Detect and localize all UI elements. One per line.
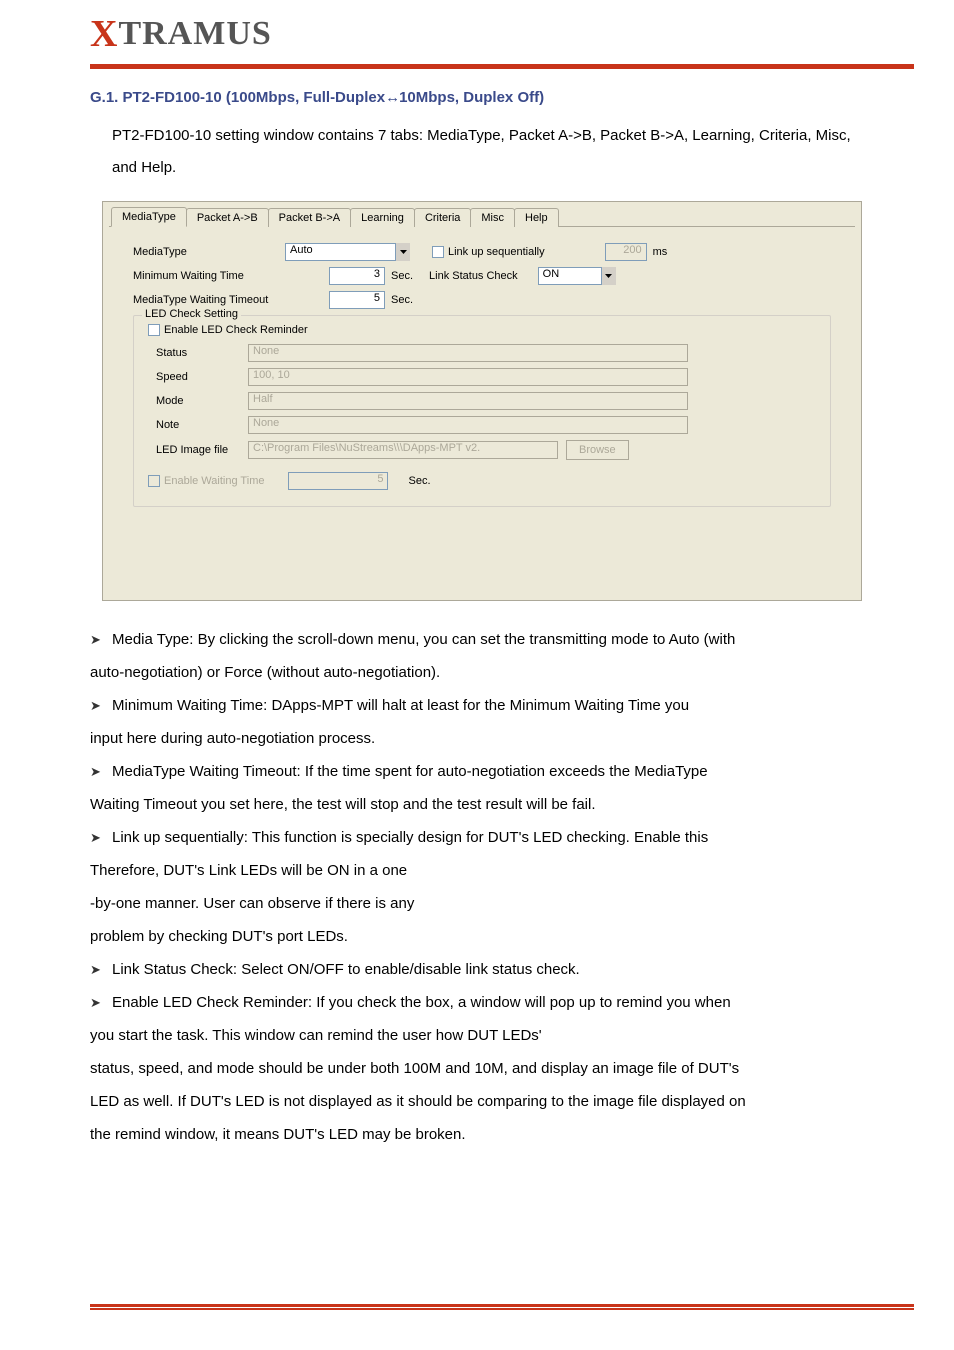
enable-waiting-input[interactable]: 5 (288, 472, 388, 490)
bullet5: Link Status Check: Select ON/OFF to enab… (112, 961, 580, 978)
enable-waiting-checkbox[interactable] (148, 475, 160, 487)
brand-logo: XTRAMUS (90, 12, 918, 56)
bullet2-b: input here during auto-negotiation proce… (90, 730, 375, 747)
label-mode: Mode (148, 395, 248, 407)
header-rule-thin (90, 67, 914, 69)
label-linkup-seq: Link up sequentially (448, 246, 545, 258)
tab-mediatype[interactable]: MediaType (111, 207, 187, 227)
label-min-waiting-unit: Sec. (391, 270, 413, 282)
bullet4-b: Therefore, DUT's Link LEDs will be ON in… (90, 854, 894, 887)
tab-criteria[interactable]: Criteria (414, 208, 471, 227)
tab-learning[interactable]: Learning (350, 208, 415, 227)
linkup-seq-ms-input[interactable]: 200 (605, 243, 647, 261)
dropdown-icon[interactable] (395, 243, 410, 261)
bullet3-b: Waiting Timeout you set here, the test w… (90, 796, 596, 813)
group-title-led: LED Check Setting (142, 308, 241, 320)
footer-rules (90, 1304, 914, 1310)
intro-paragraph: PT2-FD100-10 setting window contains 7 t… (90, 120, 864, 183)
bullet6-d: LED as well. If DUT's LED is not display… (90, 1085, 894, 1118)
mediatype-timeout-input[interactable]: 5 (329, 291, 385, 309)
bullet4-a: Link up sequentially: This function is s… (112, 829, 708, 846)
label-mediatype-timeout-unit: Sec. (391, 294, 413, 306)
label-enable-waiting: Enable Waiting Time (164, 475, 264, 487)
label-ms: ms (653, 246, 668, 258)
intro-text: PT2-FD100-10 setting window contains 7 t… (112, 120, 864, 183)
bullet1-a: Media Type: By clicking the scroll-down … (112, 631, 735, 648)
bullet6-a: Enable LED Check Reminder: If you check … (112, 994, 731, 1011)
bullet1-b: auto-negotiation) or Force (without auto… (90, 664, 440, 681)
note-input[interactable]: None (248, 416, 688, 434)
bullet-icon: ➤ (90, 626, 104, 655)
bullet-icon: ➤ (90, 758, 104, 787)
linkup-seq-checkbox[interactable] (432, 246, 444, 258)
bullet-icon: ➤ (90, 824, 104, 853)
label-mediatype: MediaType (133, 246, 285, 258)
dropdown-icon[interactable] (601, 267, 616, 285)
tab-packet-ab[interactable]: Packet A->B (186, 208, 269, 227)
bullet6-e: the remind window, it means DUT's LED ma… (90, 1118, 894, 1151)
enable-led-checkbox[interactable] (148, 324, 160, 336)
bullet2-a: Minimum Waiting Time: DApps-MPT will hal… (112, 697, 689, 714)
browse-button[interactable]: Browse (566, 440, 629, 460)
label-link-status: Link Status Check (429, 270, 518, 282)
label-enable-led: Enable LED Check Reminder (164, 324, 308, 336)
tab-help[interactable]: Help (514, 208, 559, 227)
mode-input[interactable]: Half (248, 392, 688, 410)
led-check-group: LED Check Setting Enable LED Check Remin… (133, 315, 831, 507)
mediatype-panel: MediaType Auto Link up sequentially 200 … (109, 227, 855, 515)
tab-packet-ba[interactable]: Packet B->A (268, 208, 351, 227)
bullet4-d: problem by checking DUT's port LEDs. (90, 920, 894, 953)
label-speed: Speed (148, 371, 248, 383)
bullet-block: ➤ Media Type: By clicking the scroll-down… (90, 623, 894, 1151)
status-input[interactable]: None (248, 344, 688, 362)
section-title: G.1. PT2-FD100-10 (100Mbps, Full-Duplex↔… (90, 89, 954, 106)
settings-window: MediaType Packet A->B Packet B->A Learni… (102, 201, 862, 601)
label-led-image: LED Image file (148, 444, 248, 456)
led-image-input[interactable]: C:\Program Files\NuStreams\\\DApps-MPT v… (248, 441, 558, 459)
bullet-icon: ➤ (90, 692, 104, 721)
tab-misc[interactable]: Misc (470, 208, 515, 227)
bullet6-b: you start the task. This window can remi… (90, 1019, 894, 1052)
label-min-waiting: Minimum Waiting Time (133, 270, 285, 282)
bullet4-c: -by-one manner. User can observe if ther… (90, 887, 894, 920)
label-mediatype-timeout: MediaType Waiting Timeout (133, 294, 285, 306)
mediatype-select[interactable]: Auto (285, 243, 410, 261)
bullet6-c: status, speed, and mode should be under … (90, 1052, 894, 1085)
label-note: Note (148, 419, 248, 431)
label-status: Status (148, 347, 248, 359)
tab-bar: MediaType Packet A->B Packet B->A Learni… (109, 206, 855, 227)
speed-input[interactable]: 100, 10 (248, 368, 688, 386)
label-enable-waiting-unit: Sec. (408, 475, 430, 487)
min-waiting-input[interactable]: 3 (329, 267, 385, 285)
bullet-icon: ➤ (90, 956, 104, 985)
brand-rest: TRAMUS (118, 15, 271, 52)
bullet-icon: ➤ (90, 989, 104, 1018)
bullet3-a: MediaType Waiting Timeout: If the time s… (112, 763, 708, 780)
brand-x: X (90, 13, 118, 55)
